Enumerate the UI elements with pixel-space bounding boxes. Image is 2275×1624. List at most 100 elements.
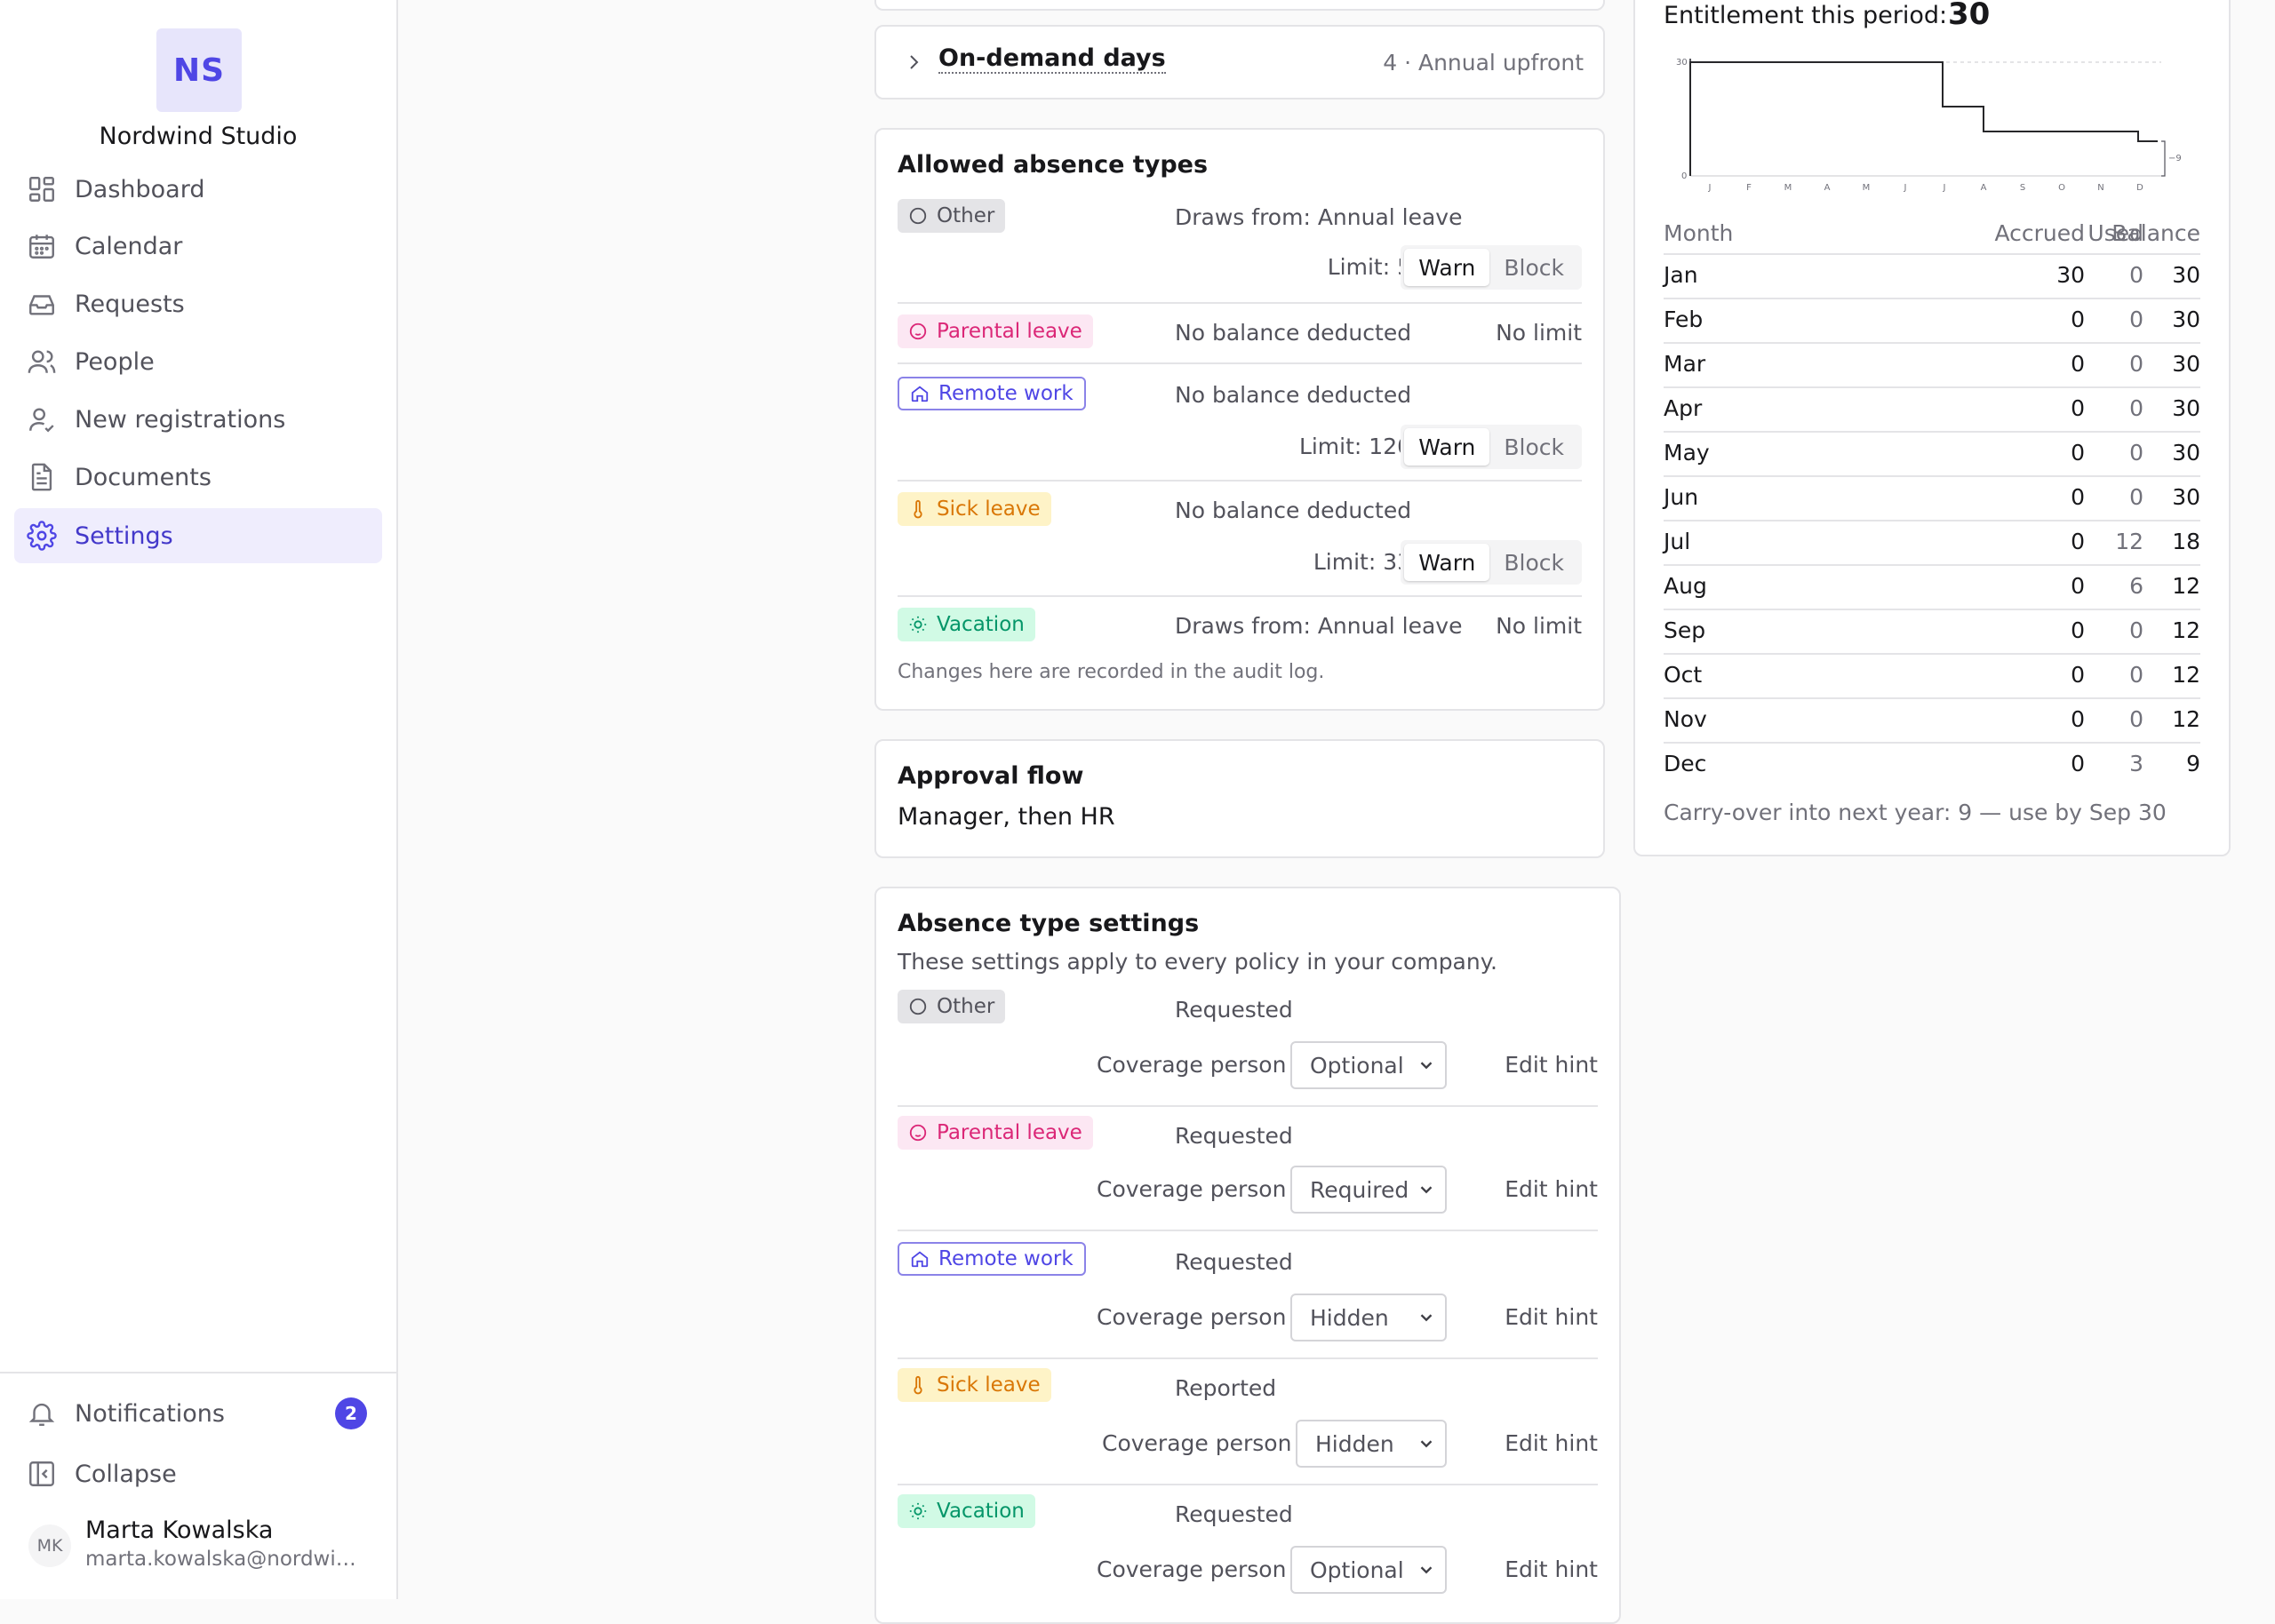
- cell-balance: 30: [2172, 306, 2200, 332]
- row-divider: [1664, 520, 2200, 521]
- card-title: Approval flow: [898, 762, 1084, 790]
- cell-balance: 12: [2172, 573, 2200, 599]
- edit-hint-button[interactable]: Edit hint: [1505, 1556, 1598, 1582]
- baby-icon: [908, 322, 928, 341]
- chart-month-tick: A: [1824, 183, 1831, 193]
- avatar[interactable]: MK: [28, 1524, 71, 1567]
- request-mode: Reported: [1175, 1375, 1277, 1401]
- chart-month-tick: N: [2097, 183, 2103, 193]
- chart-month-tick: D: [2136, 183, 2143, 193]
- sidebar: NS Nordwind Studio Dashboard Calendar Re…: [0, 0, 398, 1599]
- sidebar-item-label: Dashboard: [75, 175, 205, 203]
- chart-month-tick: J: [1904, 183, 1907, 193]
- cell-month: Jun: [1664, 484, 1699, 510]
- carry-over-bracket: [2161, 140, 2166, 177]
- row-divider: [898, 1230, 1598, 1231]
- cell-month: Oct: [1664, 662, 1703, 688]
- coverage-person-select[interactable]: Hidden: [1296, 1420, 1447, 1468]
- notifications-count-badge: 2: [335, 1397, 367, 1429]
- balance-table-header: Month Accrued Used Balance: [1664, 211, 2200, 256]
- cell-balance: 18: [2172, 529, 2200, 554]
- block-option[interactable]: Block: [1489, 428, 1578, 466]
- sidebar-item-documents[interactable]: Documents: [14, 450, 382, 505]
- tag-label: Sick leave: [937, 498, 1041, 521]
- card-subtitle: These settings apply to every policy in …: [898, 949, 1497, 975]
- user-check-icon: [27, 404, 57, 434]
- row-divider: [1664, 564, 2200, 566]
- select-value: Optional: [1310, 1052, 1404, 1079]
- cell-month: Feb: [1664, 306, 1704, 332]
- sidebar-item-dashboard[interactable]: Dashboard: [14, 162, 382, 217]
- table-row: Oct 0 0 12: [1664, 653, 2200, 697]
- block-option[interactable]: Block: [1489, 544, 1578, 581]
- warn-option[interactable]: Warn: [1404, 428, 1490, 466]
- user-name: Marta Kowalska: [85, 1517, 274, 1544]
- row-divider: [1664, 742, 2200, 744]
- sidebar-item-label: Settings: [75, 521, 173, 550]
- cell-accrued: 0: [2071, 484, 2085, 510]
- block-option[interactable]: Block: [1489, 249, 1578, 286]
- on-demand-days-card[interactable]: On-demand days 4 · Annual upfront: [874, 25, 1605, 100]
- coverage-person-select[interactable]: Required: [1290, 1166, 1447, 1214]
- notifications-button[interactable]: Notifications: [14, 1386, 382, 1441]
- cell-month: Apr: [1664, 395, 1703, 421]
- approval-flow-value: Manager, then HR: [898, 803, 1115, 831]
- edit-hint-button[interactable]: Edit hint: [1505, 1430, 1598, 1456]
- chart-month-tick: S: [2020, 183, 2025, 193]
- sidebar-item-people[interactable]: People: [14, 334, 382, 389]
- thermometer-icon: [908, 1375, 928, 1395]
- coverage-person-select[interactable]: Optional: [1290, 1546, 1447, 1594]
- row-divider: [1664, 697, 2200, 699]
- limit-value: Limit: 5: [1327, 254, 1411, 280]
- row-divider: [1664, 431, 2200, 433]
- row-divider: [898, 1484, 1598, 1485]
- limit-mode-toggle[interactable]: Warn Block: [1401, 245, 1582, 290]
- edit-hint-button[interactable]: Edit hint: [1505, 1052, 1598, 1078]
- limit-mode-toggle[interactable]: Warn Block: [1401, 425, 1582, 469]
- company-logo: NS: [156, 28, 242, 112]
- carry-over-note: Carry-over into next year: 9 — use by Se…: [1664, 800, 2167, 825]
- edit-hint-button[interactable]: Edit hint: [1505, 1176, 1598, 1202]
- sidebar-item-settings[interactable]: Settings: [14, 508, 382, 563]
- cell-balance: 30: [2172, 351, 2200, 377]
- sidebar-item-calendar[interactable]: Calendar: [14, 219, 382, 274]
- collapse-button[interactable]: Collapse: [14, 1446, 382, 1501]
- absence-tag-sick-leave: Sick leave: [898, 1368, 1051, 1402]
- previous-card: [874, 0, 1605, 11]
- cell-accrued: 0: [2071, 395, 2085, 421]
- select-value: Hidden: [1310, 1304, 1389, 1331]
- cell-used: 0: [2129, 617, 2143, 643]
- cell-month: Nov: [1664, 706, 1707, 732]
- warn-option[interactable]: Warn: [1404, 249, 1490, 286]
- table-row: Nov 0 0 12: [1664, 697, 2200, 742]
- coverage-person-label: Coverage person: [1097, 1304, 1287, 1330]
- sidebar-item-new-registrations[interactable]: New registrations: [14, 392, 382, 447]
- cell-balance: 12: [2172, 706, 2200, 732]
- baby-icon: [908, 1123, 928, 1142]
- request-mode: Requested: [1175, 1249, 1293, 1275]
- row-divider: [1664, 386, 2200, 388]
- absence-tag-parental-leave: Parental leave: [898, 314, 1093, 348]
- sidebar-item-label: Calendar: [75, 232, 183, 260]
- warn-option[interactable]: Warn: [1404, 544, 1490, 581]
- edit-hint-button[interactable]: Edit hint: [1505, 1304, 1598, 1330]
- select-value: Hidden: [1315, 1430, 1394, 1457]
- chart-month-tick: M: [1784, 183, 1792, 193]
- chevron-right-icon[interactable]: [903, 52, 924, 73]
- coverage-person-select[interactable]: Optional: [1290, 1041, 1447, 1089]
- on-demand-days-title[interactable]: On-demand days: [938, 44, 1166, 74]
- coverage-person-select[interactable]: Hidden: [1290, 1294, 1447, 1341]
- user-email: marta.kowalska@nordwind.studio: [85, 1548, 361, 1571]
- balance-source: No balance deducted: [1175, 320, 1412, 346]
- limit-mode-toggle[interactable]: Warn Block: [1401, 540, 1582, 585]
- sidebar-item-requests[interactable]: Requests: [14, 276, 382, 331]
- tag-label: Other: [937, 995, 995, 1018]
- cell-month: Dec: [1664, 751, 1707, 776]
- absence-tag-other: Other: [898, 199, 1006, 233]
- chart-month-tick: J: [1708, 183, 1712, 193]
- chart-month-tick: O: [2058, 183, 2065, 193]
- chevron-down-icon: [1417, 1434, 1436, 1453]
- allowed-absence-types-card: Allowed absence types Other Draws from: …: [874, 128, 1605, 711]
- chart-ytick-bottom: 0: [1681, 171, 1687, 181]
- card-title: Absence type settings: [898, 910, 1200, 937]
